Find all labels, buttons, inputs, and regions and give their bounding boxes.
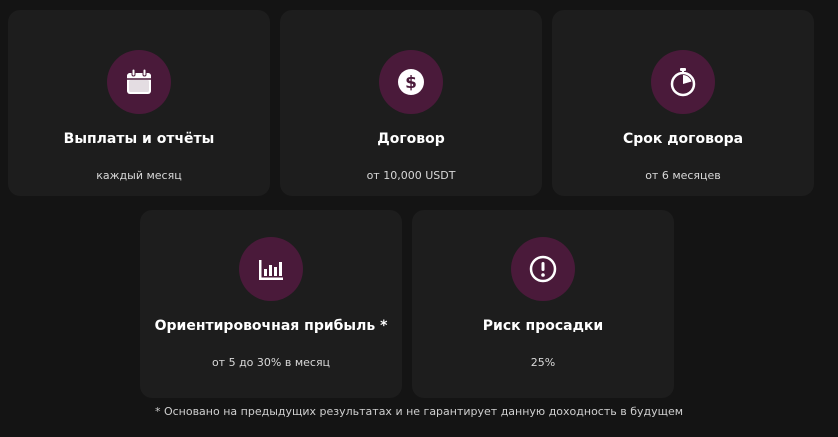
card-title: Срок договора [622, 131, 744, 147]
bar-chart-badge [239, 237, 303, 301]
footnote: * Основано на предыдущих результатах и н… [154, 405, 684, 418]
card-title: Договор [377, 131, 445, 147]
card-payouts: Выплаты и отчёты каждый месяц [8, 10, 270, 196]
calendar-badge [107, 50, 171, 114]
exclamation-icon [529, 255, 557, 283]
card-title: Риск просадки [482, 318, 604, 334]
exclamation-badge [511, 237, 575, 301]
svg-text:$: $ [405, 73, 417, 93]
card-risk: Риск просадки 25% [412, 210, 674, 398]
card-profit: Ориентировочная прибыль * от 5 до 30% в … [140, 210, 402, 398]
stopwatch-icon [670, 68, 696, 97]
card-term: Срок договора от 6 месяцев [552, 10, 814, 196]
card-subtitle: от 5 до 30% в месяц [211, 356, 331, 369]
card-subtitle: 25% [530, 356, 556, 369]
card-contract: $ Договор от 10,000 USDT [280, 10, 542, 196]
stopwatch-badge [651, 50, 715, 114]
card-subtitle: от 10,000 USDT [366, 169, 456, 182]
card-subtitle: от 6 месяцев [645, 169, 721, 182]
card-subtitle: каждый месяц [96, 169, 182, 182]
bar-chart-icon [259, 260, 283, 280]
card-title: Ориентировочная прибыль * [154, 318, 388, 334]
dollar-badge: $ [379, 50, 443, 114]
calendar-icon [127, 68, 151, 94]
features-page: Выплаты и отчёты каждый месяц $ Договор … [0, 0, 838, 437]
card-title: Выплаты и отчёты [63, 131, 215, 147]
dollar-coin-icon: $ [398, 69, 424, 95]
